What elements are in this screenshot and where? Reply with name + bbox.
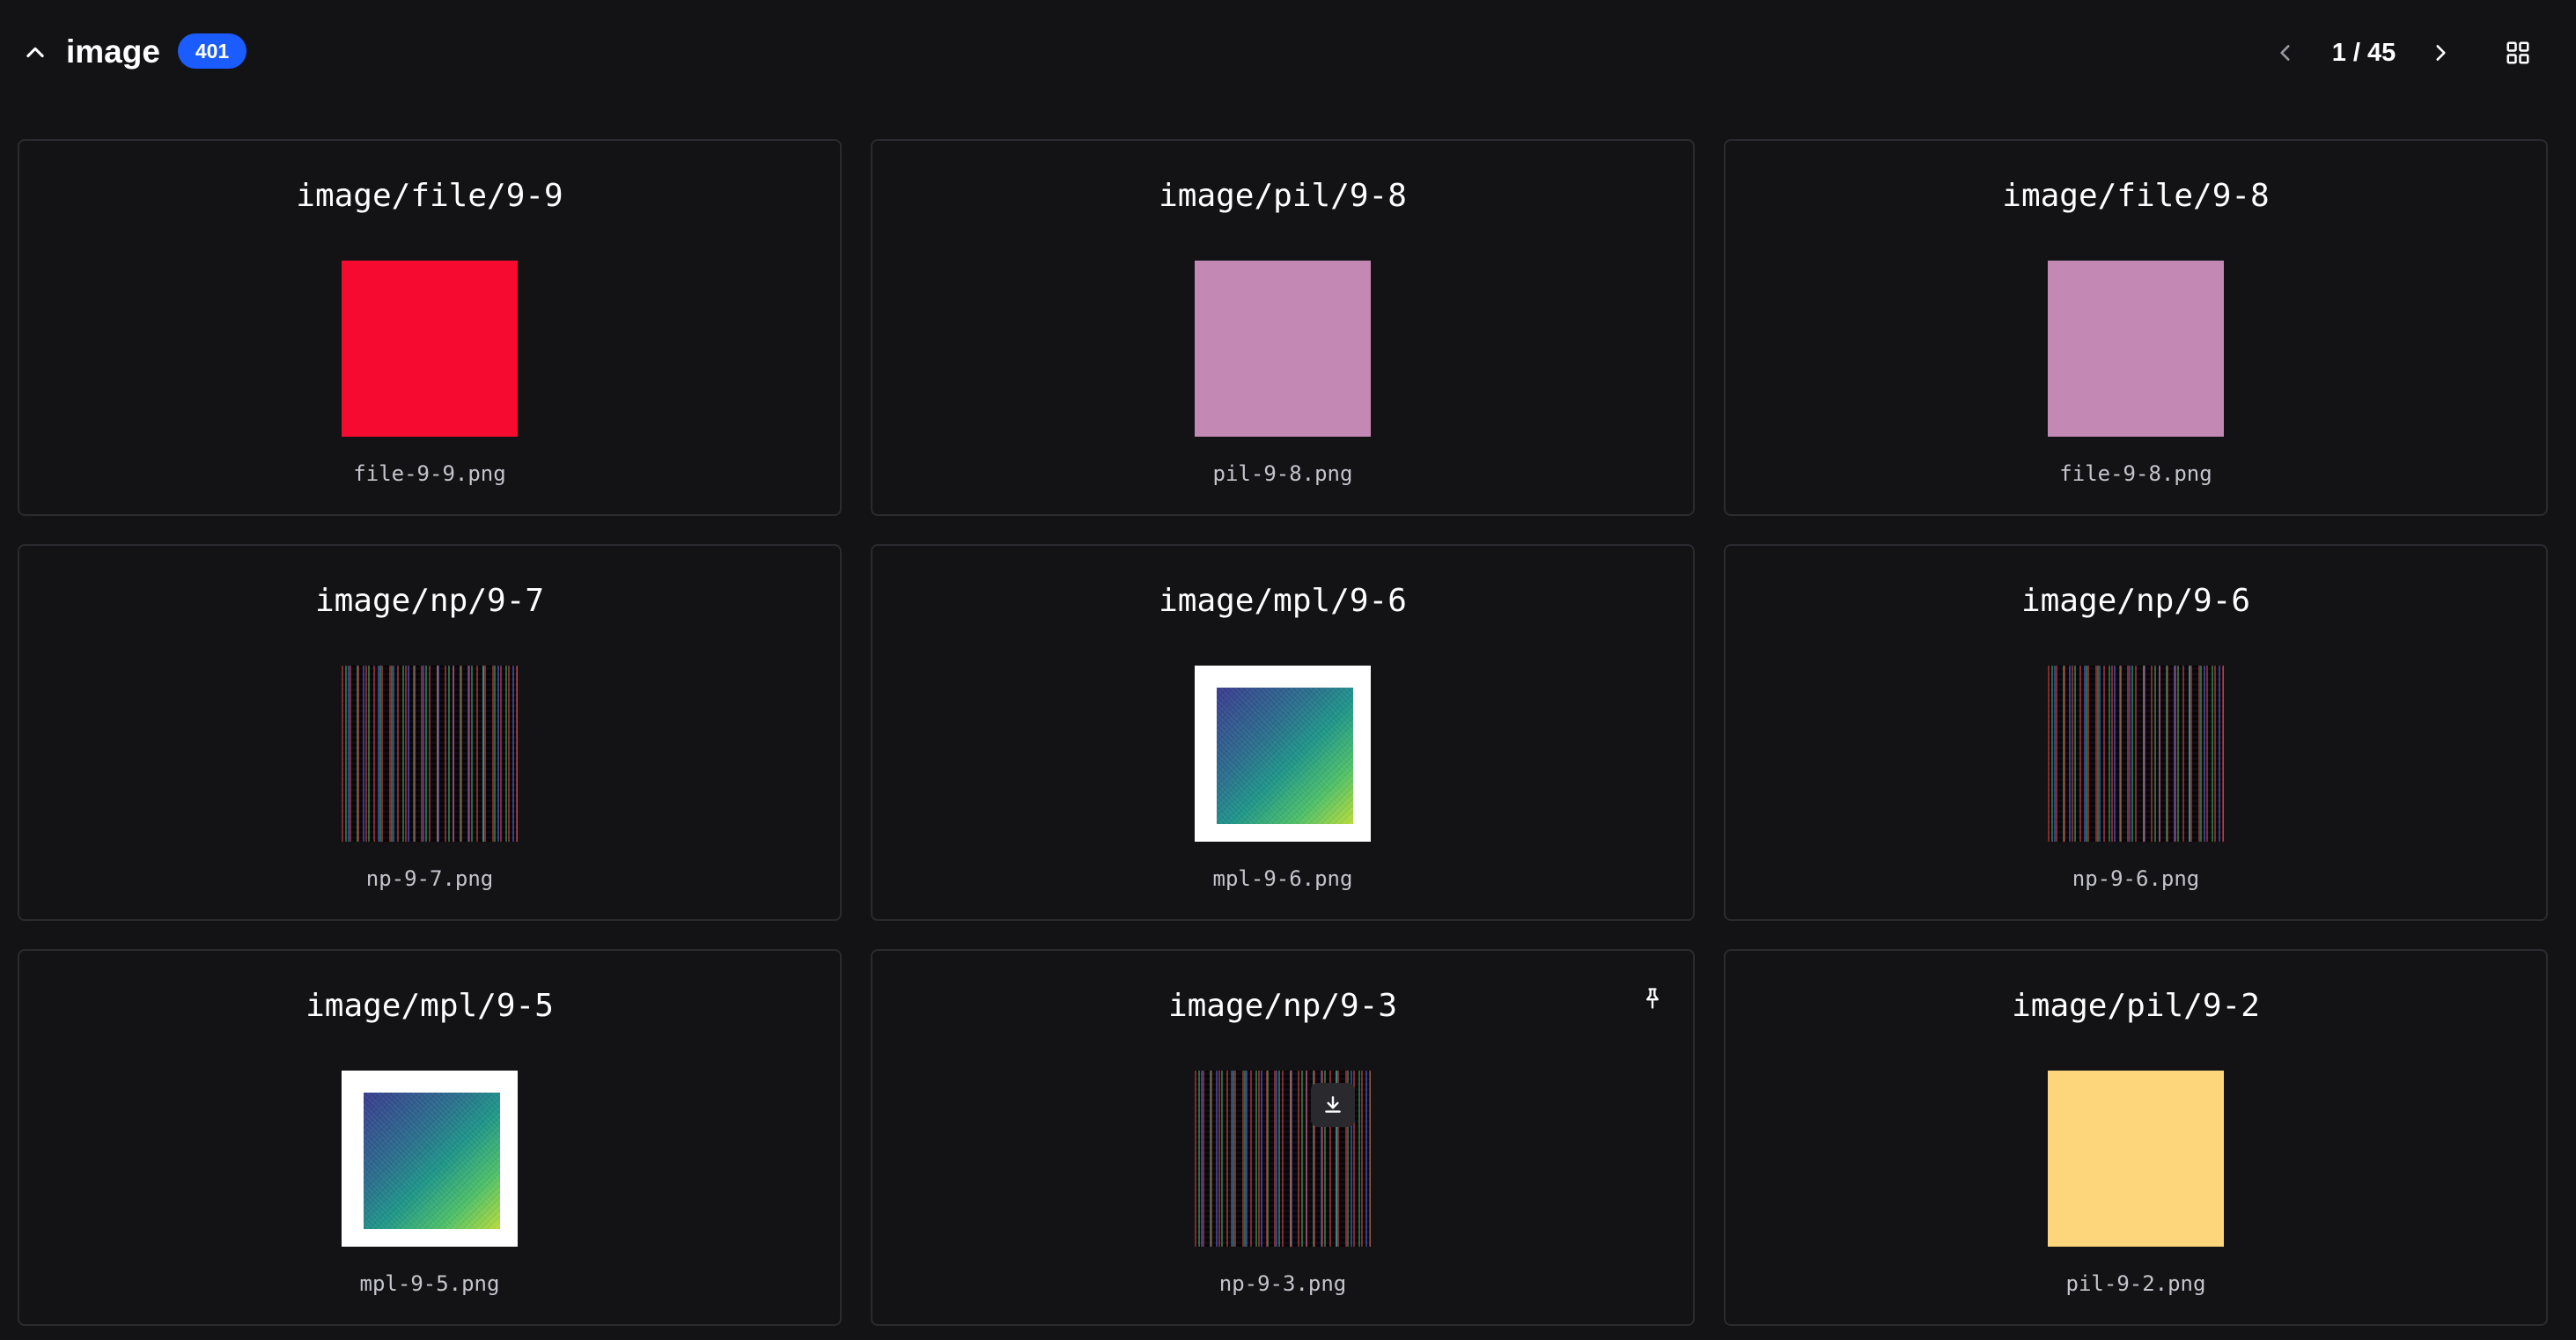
plot-heatmap [1217,688,1353,824]
count-badge: 401 [178,33,247,69]
image-filename: file-9-8.png [2059,461,2212,486]
image-card[interactable]: image/mpl/9-5 mpl-9-5.png [18,949,842,1326]
section-header: image 401 1 / 45 [0,0,2576,102]
image-filename: np-9-7.png [365,866,494,891]
image-thumbnail[interactable] [1195,1071,1371,1247]
image-card[interactable]: image/np/9-3 np-9-3.png [871,949,1695,1326]
image-thumbnail[interactable] [2048,1071,2224,1247]
image-filename: mpl-9-6.png [1212,866,1353,891]
chevron-left-icon [2280,45,2290,61]
download-button[interactable] [1311,1083,1355,1127]
grid-layout-button[interactable] [2499,33,2537,72]
image-filename: np-9-3.png [1218,1271,1347,1296]
collapse-section-button[interactable] [19,37,51,69]
image-card[interactable]: image/np/9-7 np-9-7.png [18,544,842,921]
image-card[interactable]: image/np/9-6 np-9-6.png [1724,544,2548,921]
image-filename: np-9-6.png [2072,866,2200,891]
card-title: image/pil/9-8 [1159,178,1407,214]
page-indicator: 1 / 45 [2331,39,2396,67]
image-card[interactable]: image/file/9-9 file-9-9.png [18,139,842,516]
image-card-grid: image/file/9-9 file-9-9.png image/pil/9-8 p… [18,139,2548,1326]
image-thumbnail[interactable] [2048,261,2224,437]
chevron-right-icon [2436,45,2446,61]
image-card[interactable]: image/file/9-8 file-9-8.png [1724,139,2548,516]
card-title: image/file/9-9 [296,178,563,214]
card-title: image/pil/9-2 [2012,988,2260,1024]
chevron-up-icon [26,47,44,58]
card-title: image/np/9-7 [314,583,545,619]
image-thumbnail[interactable] [342,261,518,437]
download-icon [1325,1096,1341,1113]
card-title: image/mpl/9-6 [1159,583,1407,619]
image-thumbnail[interactable] [342,1071,518,1247]
image-filename: pil-9-8.png [1212,461,1353,486]
image-card[interactable]: image/pil/9-2 pil-9-2.png [1724,949,2548,1326]
image-filename: file-9-9.png [353,461,506,486]
card-title: image/mpl/9-5 [305,988,554,1024]
card-title: image/file/9-8 [2002,178,2270,214]
image-thumbnail[interactable] [2048,666,2224,842]
section-title: image [66,33,160,70]
previous-page-button[interactable] [2266,33,2305,72]
pin-button[interactable] [1635,981,1670,1016]
card-title: image/np/9-3 [1167,988,1398,1024]
next-page-button[interactable] [2421,33,2460,72]
image-thumbnail[interactable] [1195,666,1371,842]
pin-icon [1646,988,1659,1009]
image-thumbnail[interactable] [342,666,518,842]
card-title: image/np/9-6 [2020,583,2251,619]
image-thumbnail[interactable] [1195,261,1371,437]
image-filename: mpl-9-5.png [359,1271,500,1296]
plot-heatmap [364,1093,500,1229]
image-card[interactable]: image/pil/9-8 pil-9-8.png [871,139,1695,516]
image-card[interactable]: image/mpl/9-6 mpl-9-6.png [871,544,1695,921]
image-filename: pil-9-2.png [2065,1271,2206,1296]
grid-icon [2506,41,2529,64]
